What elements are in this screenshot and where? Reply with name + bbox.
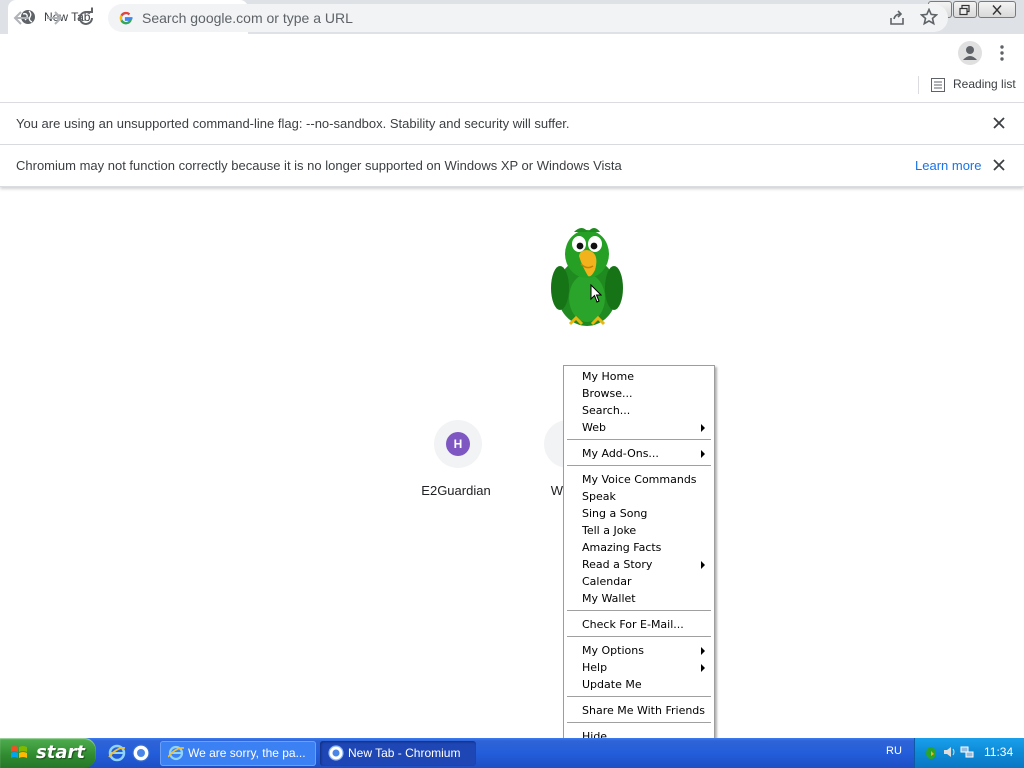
menu-separator — [567, 696, 711, 698]
menu-item[interactable]: Web — [564, 419, 714, 436]
menu-separator — [567, 439, 711, 441]
menu-item[interactable]: Tell a Joke — [564, 522, 714, 539]
infobar-no-sandbox: You are using an unsupported command-lin… — [0, 103, 1024, 145]
menu-separator — [567, 636, 711, 638]
window-close-button[interactable] — [978, 1, 1016, 18]
window-restore-button[interactable] — [953, 1, 977, 18]
menu-item-label: My Options — [582, 644, 644, 657]
language-indicator[interactable]: RU — [886, 745, 902, 757]
menu-item[interactable]: Update Me — [564, 676, 714, 693]
infobar-unsupported-os: Chromium may not function correctly beca… — [0, 145, 1024, 187]
menu-item-label: My Wallet — [582, 592, 636, 605]
start-label: start — [36, 742, 85, 763]
shortcut-label: E2Guardian — [421, 483, 491, 498]
clock: 11:34 — [984, 745, 1014, 759]
submenu-arrow-icon — [701, 647, 705, 655]
menu-item[interactable]: Read a Story — [564, 556, 714, 573]
chromium-icon — [328, 745, 344, 761]
reload-icon[interactable] — [74, 6, 98, 30]
menu-item[interactable]: Sing a Song — [564, 505, 714, 522]
quicklaunch-chromium-icon[interactable] — [132, 744, 150, 762]
menu-item[interactable]: Help — [564, 659, 714, 676]
back-arrow-icon[interactable] — [10, 6, 34, 30]
volume-tray-icon[interactable] — [942, 745, 956, 759]
menu-item-label: Help — [582, 661, 608, 674]
menu-item[interactable]: Check For E-Mail... — [564, 616, 714, 633]
bookmark-star-icon[interactable] — [919, 7, 939, 26]
menu-item-label: Tell a Joke — [582, 524, 637, 537]
taskbar-button-active[interactable]: New Tab - Chromium — [320, 741, 476, 766]
infobar-close-icon[interactable] — [992, 158, 1006, 172]
shortcut-letter-icon: H — [446, 432, 470, 456]
menu-separator — [567, 722, 711, 724]
infobar-close-icon[interactable] — [992, 116, 1006, 130]
network-tray-icon[interactable] — [960, 745, 974, 759]
windows-logo-icon — [10, 745, 28, 761]
submenu-arrow-icon — [701, 664, 705, 672]
forward-arrow-icon[interactable] — [42, 6, 66, 30]
reading-list-button[interactable]: Reading list — [953, 77, 1016, 91]
menu-item[interactable]: Calendar — [564, 573, 714, 590]
menu-item-label: Read a Story — [582, 558, 653, 571]
menu-item-label: My Home — [582, 370, 634, 383]
taskbar-button-label: New Tab - Chromium — [348, 746, 461, 760]
taskbar-button-label: We are sorry, the pa... — [188, 746, 306, 760]
submenu-arrow-icon — [701, 424, 705, 432]
menu-item-label: Share Me With Friends — [582, 704, 706, 717]
toolbar — [0, 34, 1024, 70]
menu-item-label: Update Me — [582, 678, 642, 691]
google-g-icon — [118, 10, 134, 26]
menu-item[interactable]: My Options — [564, 642, 714, 659]
infobar-message: You are using an unsupported command-lin… — [16, 116, 570, 131]
ie-icon — [167, 745, 185, 761]
bonzi-tray-icon[interactable] — [924, 745, 938, 759]
menu-item[interactable]: My Voice Commands — [564, 471, 714, 488]
learn-more-link[interactable]: Learn more — [915, 158, 981, 173]
menu-item-label: Browse... — [582, 387, 633, 400]
menu-item-label: My Voice Commands — [582, 473, 697, 486]
share-icon[interactable] — [888, 9, 906, 27]
menu-item-label: Sing a Song — [582, 507, 648, 520]
reading-list-icon[interactable] — [931, 78, 945, 92]
green-parrot-assistant[interactable] — [548, 226, 626, 332]
bookmarks-bar — [0, 70, 1024, 103]
menu-item-label: Speak — [582, 490, 616, 503]
bookmarks-divider — [918, 76, 919, 94]
menu-item-label: Search... — [582, 404, 631, 417]
profile-avatar-icon[interactable] — [958, 41, 982, 65]
taskbar-button[interactable]: We are sorry, the pa... — [160, 741, 316, 766]
menu-item[interactable]: Browse... — [564, 385, 714, 402]
infobar-message: Chromium may not function correctly beca… — [16, 158, 622, 173]
menu-separator — [567, 610, 711, 612]
omnibox[interactable]: Search google.com or type a URL — [108, 4, 948, 32]
menu-separator — [567, 465, 711, 467]
menu-item[interactable]: My Home — [564, 368, 714, 385]
menu-item[interactable]: Share Me With Friends — [564, 702, 714, 719]
omnibox-placeholder: Search google.com or type a URL — [142, 10, 353, 26]
quicklaunch-ie-icon[interactable] — [108, 744, 126, 762]
shortcut-tile[interactable]: H E2Guardian — [400, 420, 512, 510]
menu-item[interactable]: My Wallet — [564, 590, 714, 607]
menu-item-label: Amazing Facts — [582, 541, 662, 554]
menu-item[interactable]: Speak — [564, 488, 714, 505]
menu-item[interactable]: Search... — [564, 402, 714, 419]
taskbar — [0, 738, 1024, 768]
menu-item[interactable]: Amazing Facts — [564, 539, 714, 556]
submenu-arrow-icon — [701, 561, 705, 569]
submenu-arrow-icon — [701, 450, 705, 458]
menu-item-label: Check For E-Mail... — [582, 618, 684, 631]
menu-item-label: My Add-Ons... — [582, 447, 659, 460]
start-button[interactable]: start — [0, 738, 96, 768]
menu-item[interactable]: My Add-Ons... — [564, 445, 714, 462]
menu-kebab-icon[interactable] — [994, 41, 1010, 65]
menu-item-label: Web — [582, 421, 606, 434]
menu-item-label: Calendar — [582, 575, 632, 588]
mouse-cursor-icon — [590, 283, 603, 304]
assistant-context-menu: My Home Browse... Search... Web My Add-Ons..… — [563, 365, 715, 741]
